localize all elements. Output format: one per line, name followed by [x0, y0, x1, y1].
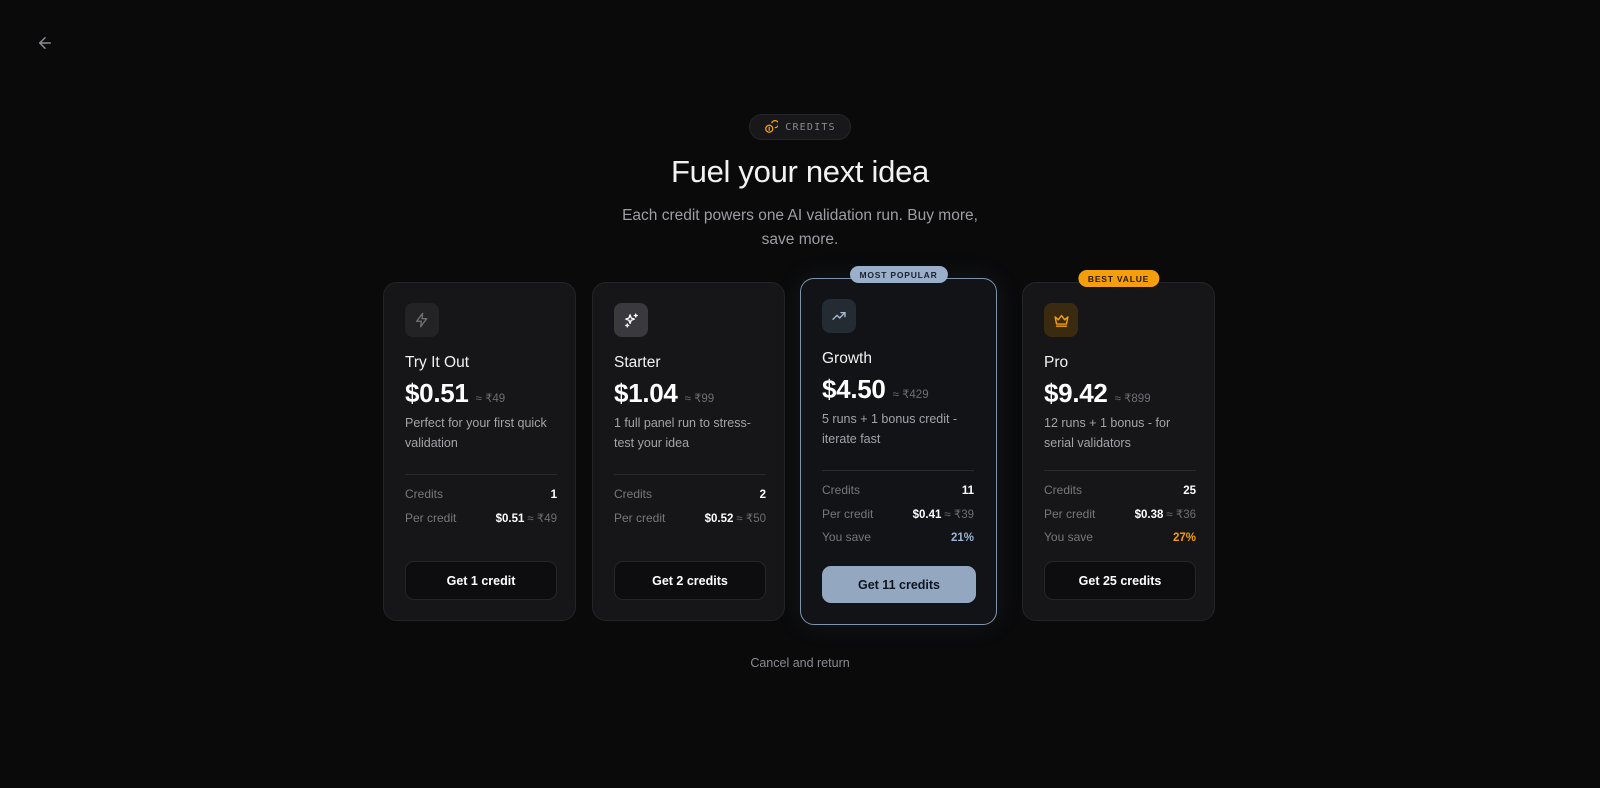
plan-card-try-it-out: Try It Out $0.51 ≈ ₹49 Perfect for your … [383, 282, 576, 621]
credits-row: Credits 11 [822, 483, 974, 497]
pricing-cards: Try It Out $0.51 ≈ ₹49 Perfect for your … [383, 266, 1215, 625]
back-button[interactable] [34, 32, 56, 54]
plan-price-inr: ≈ ₹899 [1114, 393, 1151, 405]
credits-row: Credits 25 [1044, 483, 1196, 497]
page-header: CREDITS Fuel your next idea Each credit … [0, 114, 1600, 251]
plan-name: Pro [1044, 354, 1069, 371]
cancel-and-return-link[interactable]: Cancel and return [0, 656, 1600, 670]
bolt-icon [416, 312, 428, 328]
plan-name: Try It Out [405, 354, 470, 371]
per-credit-value: $0.38 [1134, 508, 1164, 521]
sparkles-icon [624, 312, 638, 328]
per-credit-value: $0.52 [704, 512, 734, 525]
trending-up-icon [832, 312, 846, 320]
coins-icon [765, 120, 779, 133]
divider [822, 470, 974, 471]
plan-card-starter: Starter $1.04 ≈ ₹99 1 full panel run to … [592, 282, 785, 621]
credits-value: 2 [759, 489, 766, 501]
per-credit-inr: ≈ ₹50 [736, 512, 766, 525]
credits-badge-label: CREDITS [785, 121, 836, 133]
per-credit-inr: ≈ ₹39 [944, 508, 974, 521]
plan-icon-box [614, 303, 648, 337]
credits-value: 11 [961, 485, 974, 497]
plan-icon-box [405, 303, 439, 337]
per-credit-row: Per credit $0.41 ≈ ₹39 [822, 506, 974, 521]
plan-name: Growth [822, 350, 872, 367]
get-11-credits-button[interactable]: Get 11 credits [822, 566, 976, 603]
credits-row: Credits 2 [614, 487, 766, 501]
plan-price-inr: ≈ ₹99 [684, 393, 715, 405]
credits-row: Credits 1 [405, 487, 557, 501]
plan-description: Perfect for your first quick validation [405, 416, 547, 450]
divider [614, 474, 766, 475]
divider [1044, 470, 1196, 471]
arrow-left-icon [39, 37, 51, 49]
per-credit-row: Per credit $0.51 ≈ ₹49 [405, 510, 557, 525]
per-credit-value: $0.41 [912, 508, 942, 521]
credits-badge: CREDITS [749, 114, 851, 140]
page-title: Fuel your next idea [671, 154, 929, 189]
per-credit-inr: ≈ ₹49 [527, 512, 557, 525]
plan-price: $0.51 [405, 378, 469, 408]
plan-name: Starter [614, 354, 661, 371]
page-subtitle: Each credit powers one AI validation run… [622, 207, 978, 248]
plan-description: 12 runs + 1 bonus - for serial validator… [1044, 416, 1171, 450]
plan-icon-box [822, 299, 856, 333]
plan-description: 1 full panel run to stress-test your ide… [614, 416, 751, 450]
get-25-credits-button[interactable]: Get 25 credits [1044, 561, 1196, 600]
per-credit-inr: ≈ ₹36 [1166, 508, 1196, 521]
get-1-credit-button[interactable]: Get 1 credit [405, 561, 557, 600]
per-credit-row: Per credit $0.38 ≈ ₹36 [1044, 506, 1196, 521]
crown-icon [1053, 314, 1069, 327]
savings-value: 27% [1172, 532, 1196, 544]
plan-price: $1.04 [614, 378, 678, 408]
savings-row: You save 27% [1044, 530, 1196, 544]
plan-price: $9.42 [1044, 378, 1108, 408]
savings-row: You save 21% [822, 530, 974, 544]
plan-price: $4.50 [822, 374, 886, 404]
most-popular-badge: MOST POPULAR [849, 266, 948, 283]
credits-value: 1 [550, 489, 557, 501]
savings-value: 21% [950, 532, 974, 544]
plan-card-growth: MOST POPULAR Growth $4.50 ≈ ₹429 5 runs … [800, 266, 997, 625]
per-credit-value: $0.51 [495, 512, 525, 525]
plan-description: 5 runs + 1 bonus credit - iterate fast [822, 412, 958, 446]
plan-card-pro: BEST VALUE Pro $9.42 ≈ ₹899 12 runs + 1 … [1022, 270, 1215, 621]
divider [405, 474, 557, 475]
plan-price-inr: ≈ ₹49 [475, 393, 506, 405]
per-credit-row: Per credit $0.52 ≈ ₹50 [614, 510, 766, 525]
plan-price-inr: ≈ ₹429 [892, 389, 929, 401]
plan-icon-box [1044, 303, 1078, 337]
best-value-badge: BEST VALUE [1077, 270, 1160, 287]
get-2-credits-button[interactable]: Get 2 credits [614, 561, 766, 600]
credits-value: 25 [1183, 485, 1196, 497]
